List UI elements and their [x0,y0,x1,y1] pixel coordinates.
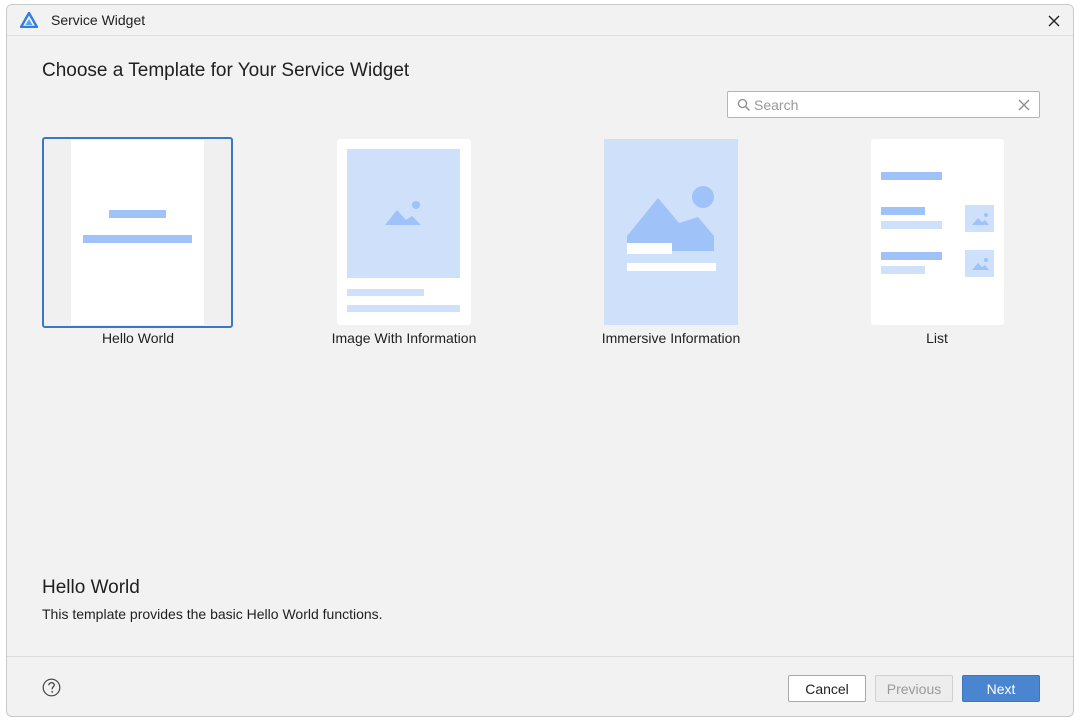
template-label: Hello World [101,330,175,346]
search-input[interactable] [754,95,1004,115]
template-label: List [926,330,948,346]
app-logo-icon [20,12,38,28]
service-widget-dialog: Service Widget Choose a Template for You… [6,4,1074,717]
template-label: Immersive Information [601,330,741,346]
clear-icon[interactable] [1018,99,1030,111]
previous-button: Previous [875,675,953,702]
template-label: Image With Information [331,330,477,346]
close-icon [1048,15,1060,27]
close-button[interactable] [1043,10,1065,32]
page-title: Choose a Template for Your Service Widge… [42,60,410,81]
image-with-information-preview [337,139,471,325]
footer-divider [7,656,1073,657]
immersive-information-preview [604,139,738,325]
window-title: Service Widget [51,12,146,28]
cancel-button[interactable]: Cancel [788,675,866,702]
list-preview [871,139,1004,325]
title-bar: Service Widget [7,5,1073,36]
next-button[interactable]: Next [962,675,1040,702]
help-icon[interactable] [42,678,61,697]
search-box[interactable] [727,91,1040,118]
search-icon [737,98,750,111]
description-text: This template provides the basic Hello W… [42,606,383,622]
hello-world-preview [42,137,233,328]
description-title: Hello World [42,577,140,598]
